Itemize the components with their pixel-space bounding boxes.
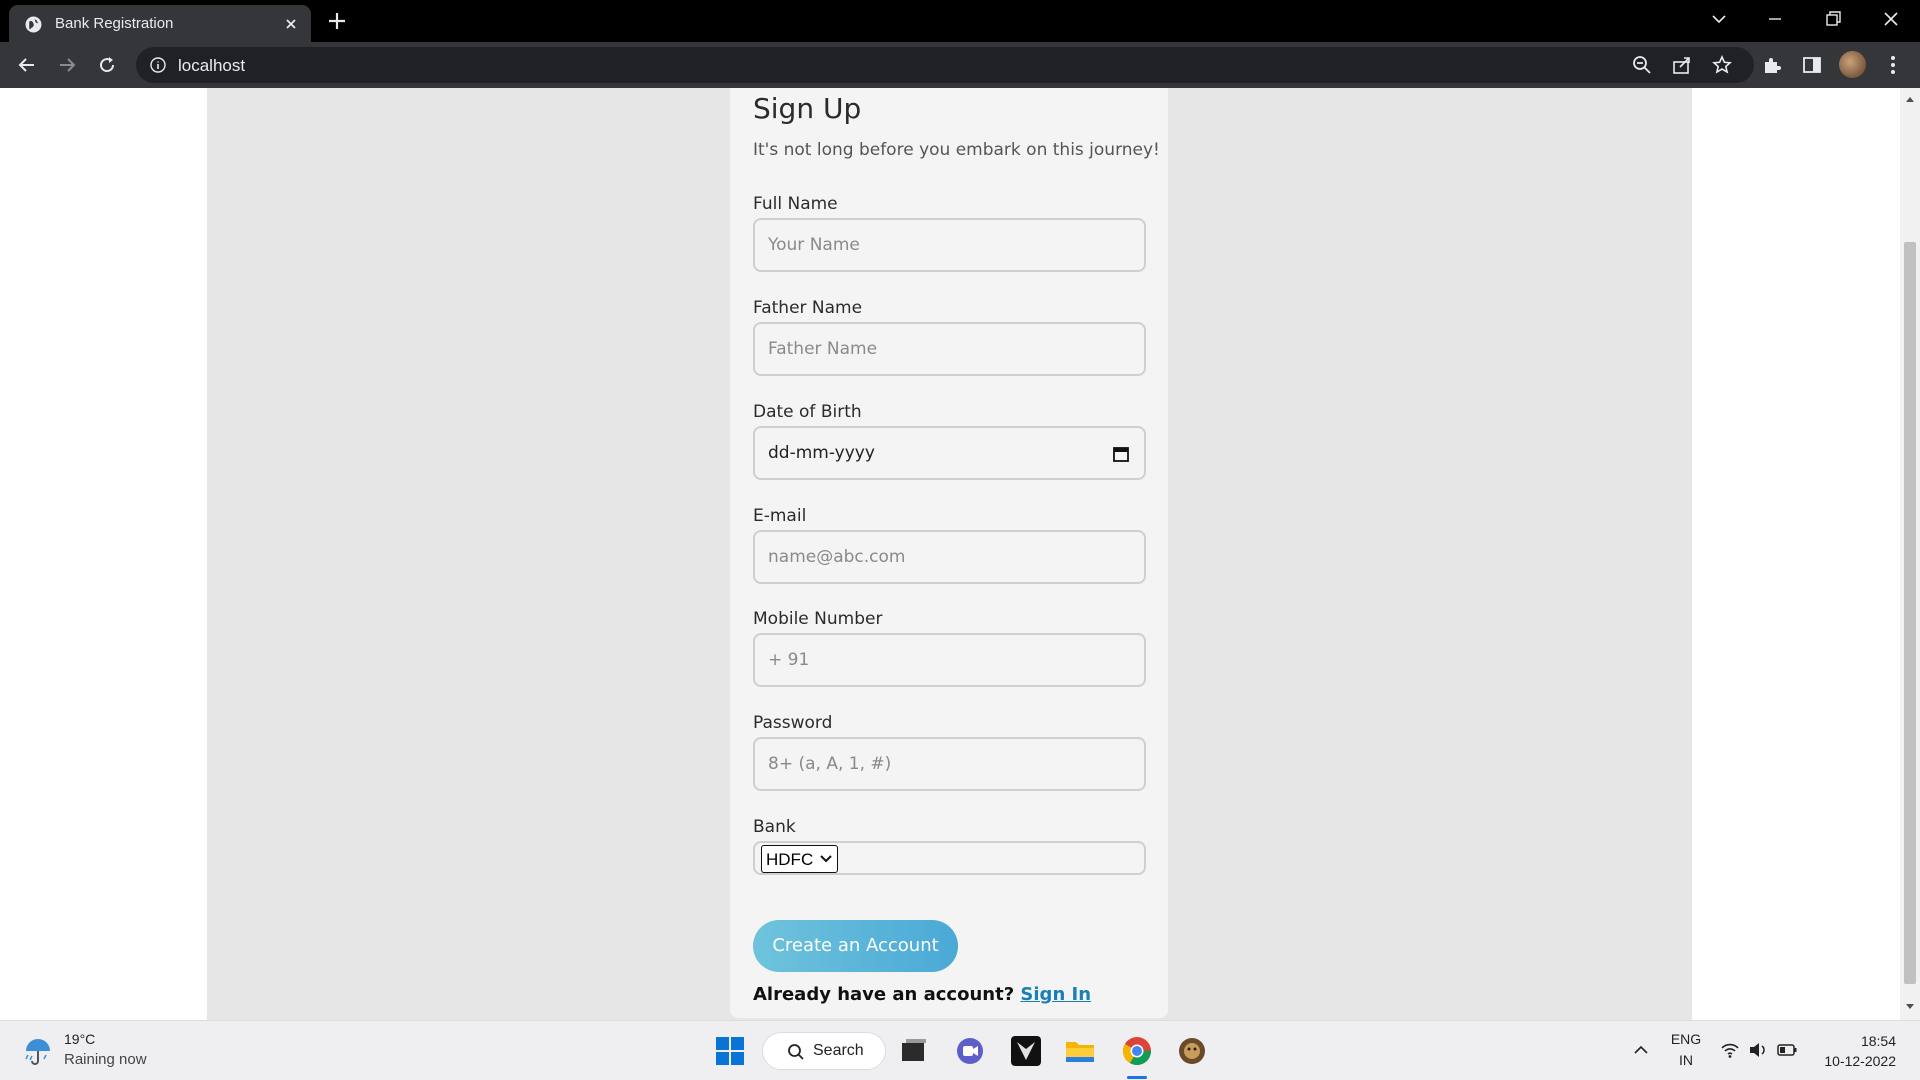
scroll-down-icon[interactable]	[1904, 1002, 1916, 1012]
browser-toolbar: localhost	[0, 42, 1920, 88]
extensions-icon[interactable]	[1761, 54, 1783, 76]
dob-value: dd-mm-yyyy	[768, 443, 875, 463]
forward-icon[interactable]	[56, 54, 78, 76]
battery-icon[interactable]	[1776, 1041, 1798, 1059]
weather-temperature: 19°C	[64, 1031, 96, 1047]
mobile-label: Mobile Number	[753, 609, 883, 629]
minimize-icon[interactable]	[1764, 8, 1786, 30]
mobile-input[interactable]: + 91	[753, 633, 1146, 687]
app-badge-icon[interactable]	[1174, 1033, 1210, 1069]
email-placeholder: name@abc.com	[768, 547, 906, 567]
full-name-input[interactable]: Your Name	[753, 218, 1146, 272]
info-icon[interactable]	[150, 57, 166, 73]
password-placeholder: 8+ (a, A, 1, #)	[768, 754, 892, 774]
dob-label: Date of Birth	[753, 402, 862, 422]
scroll-up-icon[interactable]	[1904, 94, 1916, 104]
tab-search-icon[interactable]	[1708, 8, 1730, 30]
game-launcher-icon[interactable]	[1008, 1033, 1044, 1069]
page-title: Sign Up	[753, 92, 862, 125]
restore-icon[interactable]	[1822, 8, 1844, 30]
password-label: Password	[753, 713, 833, 733]
chat-icon[interactable]	[952, 1033, 988, 1069]
taskbar-search-label: Search	[813, 1042, 864, 1059]
signin-prompt: Already have an account?	[753, 984, 1015, 1005]
menu-kebab-icon[interactable]	[1882, 54, 1904, 76]
chrome-icon[interactable]	[1119, 1033, 1155, 1069]
bank-field: HDFC	[753, 841, 1146, 875]
dob-input[interactable]: dd-mm-yyyy	[753, 426, 1146, 480]
page-subtitle: It's not long before you embark on this …	[753, 140, 1160, 160]
create-account-button[interactable]: Create an Account	[753, 920, 958, 972]
bank-selected-value: HDFC	[766, 850, 814, 869]
clock-date: 10-12-2022	[1824, 1053, 1896, 1069]
share-icon[interactable]	[1671, 54, 1693, 76]
scrollbar-thumb[interactable]	[1904, 242, 1916, 984]
file-explorer-icon[interactable]	[1062, 1033, 1098, 1069]
chevron-down-icon	[820, 855, 832, 863]
bookmark-star-icon[interactable]	[1711, 54, 1733, 76]
full-name-label: Full Name	[753, 194, 838, 214]
address-bar[interactable]: localhost	[136, 47, 1754, 83]
language-secondary[interactable]: IN	[1668, 1052, 1704, 1068]
father-name-input[interactable]: Father Name	[753, 322, 1146, 376]
active-app-indicator	[1127, 1076, 1147, 1079]
side-panel-icon[interactable]	[1801, 54, 1823, 76]
globe-icon	[25, 16, 42, 33]
full-name-placeholder: Your Name	[768, 235, 860, 255]
signin-link[interactable]: Sign In	[1020, 984, 1091, 1005]
tab-title: Bank Registration	[55, 15, 174, 32]
father-name-placeholder: Father Name	[768, 339, 878, 359]
windows-taskbar: 19°C Raining now Search ENG IN 18:54 10-…	[0, 1020, 1920, 1080]
email-label: E-mail	[753, 506, 807, 526]
clock-time: 18:54	[1860, 1033, 1896, 1049]
create-account-label: Create an Account	[772, 935, 939, 956]
page-scrollbar[interactable]	[1900, 88, 1920, 1020]
email-input[interactable]: name@abc.com	[753, 530, 1146, 584]
close-tab-icon[interactable]	[281, 14, 301, 34]
calendar-icon[interactable]	[1112, 445, 1130, 463]
zoom-icon[interactable]	[1631, 54, 1653, 76]
reload-icon[interactable]	[96, 54, 118, 76]
address-url: localhost	[178, 56, 246, 75]
taskbar-search[interactable]: Search	[762, 1032, 886, 1070]
weather-description: Raining now	[64, 1051, 147, 1068]
bank-label: Bank	[753, 817, 796, 837]
new-tab-icon[interactable]	[326, 10, 348, 32]
close-window-icon[interactable]	[1880, 8, 1902, 30]
wifi-icon[interactable]	[1720, 1041, 1740, 1059]
task-view-icon[interactable]	[896, 1033, 932, 1069]
rain-umbrella-icon[interactable]	[22, 1035, 54, 1067]
password-input[interactable]: 8+ (a, A, 1, #)	[753, 737, 1146, 791]
profile-avatar[interactable]	[1839, 51, 1866, 78]
browser-titlebar: Bank Registration	[0, 0, 1920, 42]
bank-select[interactable]: HDFC	[761, 845, 838, 873]
back-icon[interactable]	[16, 54, 38, 76]
signin-row: Already have an account? Sign In	[753, 984, 1091, 1005]
language-primary[interactable]: ENG	[1668, 1031, 1704, 1047]
clock[interactable]: 18:54 10-12-2022	[1824, 1031, 1896, 1071]
father-name-label: Father Name	[753, 298, 863, 318]
volume-icon[interactable]	[1748, 1041, 1768, 1059]
mobile-placeholder: + 91	[768, 650, 810, 670]
search-icon	[788, 1044, 804, 1060]
windows-start-icon[interactable]	[712, 1033, 748, 1069]
browser-tab[interactable]: Bank Registration	[9, 5, 311, 42]
page-viewport: Sign Up It's not long before you embark …	[0, 88, 1900, 1020]
chevron-up-icon[interactable]	[1632, 1041, 1650, 1059]
